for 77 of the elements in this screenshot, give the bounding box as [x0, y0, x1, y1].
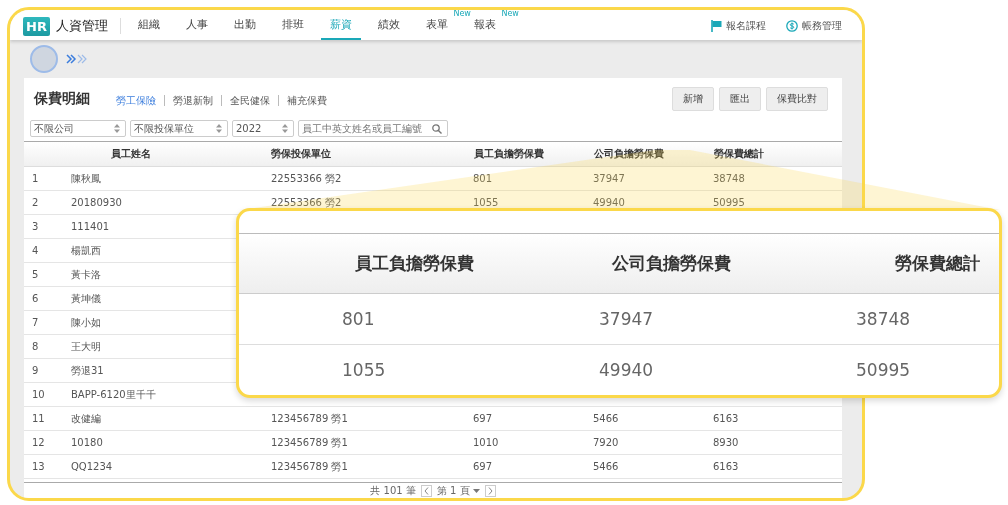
table-cell: 22553366 勞2 — [271, 166, 473, 191]
new-label: New — [501, 10, 519, 18]
action-button[interactable]: 匯出 — [719, 87, 761, 111]
table-cell: 10180 — [71, 430, 271, 455]
select-dropdown[interactable]: 2022 — [232, 120, 294, 137]
row-number: 9 — [24, 358, 71, 383]
table-cell: 8930 — [713, 430, 842, 455]
nav-tab[interactable]: 表單 — [416, 17, 457, 40]
header-link[interactable]: 帳務管理 — [786, 19, 842, 33]
flag-icon — [711, 20, 722, 32]
row-number: 5 — [24, 262, 71, 287]
table-cell: 改健編 — [71, 406, 271, 431]
sub-tab[interactable]: 勞退新制 — [164, 95, 221, 106]
nav-tab[interactable]: 出勤 — [224, 17, 265, 40]
table-cell: 697 — [473, 454, 593, 479]
previous-page-button[interactable] — [420, 484, 432, 497]
up-down-icon — [114, 124, 120, 133]
next-page-button[interactable] — [484, 484, 496, 497]
table-cell: 1010 — [473, 430, 593, 455]
table-cell: 697 — [473, 406, 593, 431]
table-cell: 123456789 勞1 — [271, 430, 473, 455]
chevron-left-icon — [423, 486, 429, 495]
page-title: 保費明細 — [34, 90, 90, 108]
table-cell: 49940 — [598, 344, 855, 395]
new-label: New — [453, 10, 471, 18]
double-chevron-icon — [66, 54, 88, 64]
row-number: 11 — [24, 406, 71, 431]
table-cell: 38748 — [855, 293, 999, 345]
sub-tab[interactable]: 全民健保 — [221, 95, 278, 106]
table-cell: QQ1234 — [71, 454, 271, 479]
nav-tab[interactable]: 組織 — [128, 17, 169, 40]
row-number: 6 — [24, 286, 71, 311]
row-number: 3 — [24, 214, 71, 239]
dollar-icon — [786, 20, 798, 32]
table-cell: 1055 — [341, 344, 598, 395]
search-field[interactable]: 員工中英文姓名或員工編號 — [298, 120, 448, 137]
action-button[interactable]: 保費比對 — [766, 87, 828, 111]
app-title: 人資管理 — [55, 17, 108, 35]
nav-tab[interactable]: 人事 — [176, 17, 217, 40]
action-button[interactable]: 新增 — [672, 87, 714, 111]
nav-tab[interactable]: 績效 — [368, 17, 409, 40]
table-cell: 50995 — [855, 344, 999, 395]
up-down-icon — [216, 124, 222, 133]
row-number: 7 — [24, 310, 71, 335]
caret-icon — [472, 488, 480, 493]
page-dropdown[interactable]: 第 1 頁 — [436, 483, 480, 498]
row-number: 12 — [24, 430, 71, 455]
search-icon — [432, 123, 442, 134]
row-number: 1 — [24, 166, 71, 191]
column-header: 勞保費總計 — [855, 234, 999, 294]
nav-tab[interactable]: 排班 — [272, 17, 313, 40]
row-number: 2 — [24, 190, 71, 215]
table-cell: 123456789 勞1 — [271, 454, 473, 479]
row-number: 10 — [24, 382, 71, 407]
avatar — [30, 45, 58, 73]
row-number: 13 — [24, 454, 71, 479]
table-cell: 5466 — [593, 454, 713, 479]
sub-tab[interactable]: 勞工保險 — [108, 95, 164, 106]
table-cell: 7920 — [593, 430, 713, 455]
nav-tab[interactable]: 報表 — [464, 17, 505, 40]
table-cell: 123456789 勞1 — [271, 406, 473, 431]
table-cell: 801 — [341, 293, 598, 345]
header-link[interactable]: 報名課程 — [711, 19, 766, 33]
table-cell: 6163 — [713, 406, 842, 431]
table-cell: 陳秋鳳 — [71, 166, 271, 191]
select-dropdown[interactable]: 不限投保單位 — [130, 120, 228, 137]
table-cell: 6163 — [713, 454, 842, 479]
table-cell: 5466 — [593, 406, 713, 431]
chevron-right-icon — [487, 486, 493, 495]
record-count: 共 101 筆 — [370, 483, 416, 498]
hr-logo: HR — [23, 16, 50, 36]
row-number: 8 — [24, 334, 71, 359]
up-down-icon — [282, 124, 288, 133]
table-cell: 37947 — [598, 293, 855, 345]
select-dropdown[interactable]: 不限公司 — [30, 120, 126, 137]
sub-tab[interactable]: 補充保費 — [278, 95, 335, 106]
row-number: 4 — [24, 238, 71, 263]
